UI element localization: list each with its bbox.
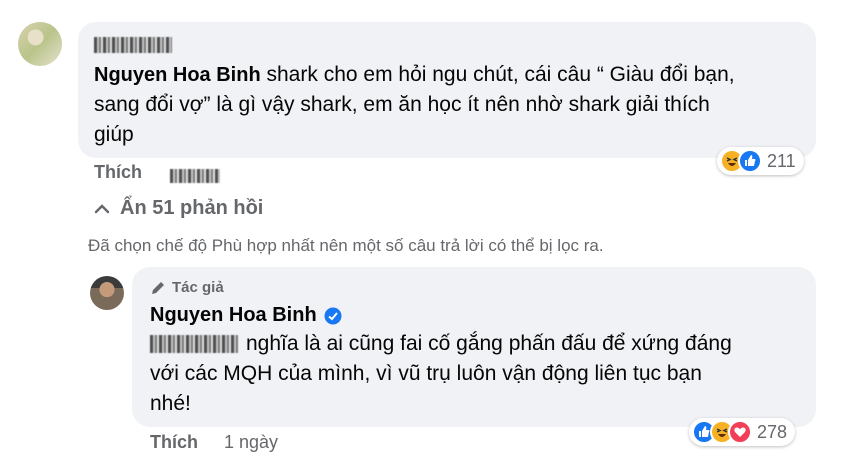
reply-reaction-count: 278	[757, 421, 788, 442]
author-avatar[interactable]	[90, 276, 124, 310]
chevron-up-icon	[94, 201, 110, 217]
filter-notice: Đã chọn chế độ Phù hợp nhất nên một số c…	[88, 236, 604, 255]
like-icon	[738, 149, 762, 173]
love-icon	[728, 420, 752, 444]
reply-like-button[interactable]: Thích	[150, 432, 198, 453]
author-badge: Tác giả	[150, 279, 224, 296]
reply-mention-blurred[interactable]	[150, 329, 238, 359]
reply-time[interactable]: 1 ngày	[224, 432, 278, 453]
reply-bubble: Tác giả Nguyen Hoa Binh nghĩa là ai cũng…	[132, 267, 816, 427]
hide-replies-label: Ẩn 51 phản hồi	[120, 197, 264, 219]
verified-badge-icon	[324, 307, 342, 325]
reply-author-link[interactable]: Nguyen Hoa Binh	[150, 304, 317, 327]
hide-replies-toggle[interactable]: Ẩn 51 phản hồi	[94, 197, 263, 220]
commenter-blurred-name[interactable]	[94, 36, 172, 54]
comment-like-button[interactable]: Thích	[94, 162, 142, 183]
pencil-icon	[150, 280, 166, 296]
commenter-avatar[interactable]	[18, 22, 62, 66]
reply-reactions[interactable]: 278	[689, 418, 796, 446]
reply-author-line: Nguyen Hoa Binh	[150, 304, 342, 327]
comment-time-blurred[interactable]	[170, 167, 220, 185]
comment-text: Nguyen Hoa Binh shark cho em hỏi ngu chú…	[94, 63, 735, 146]
comment-reactions[interactable]: 211	[717, 147, 804, 175]
comment-bubble: Nguyen Hoa Binh shark cho em hỏi ngu chú…	[78, 22, 816, 158]
reply-text: nghĩa là ai cũng fai cố gắng phấn đấu để…	[150, 329, 800, 419]
comment-reaction-count: 211	[767, 150, 796, 171]
comment-author-link[interactable]: Nguyen Hoa Binh	[94, 64, 261, 86]
